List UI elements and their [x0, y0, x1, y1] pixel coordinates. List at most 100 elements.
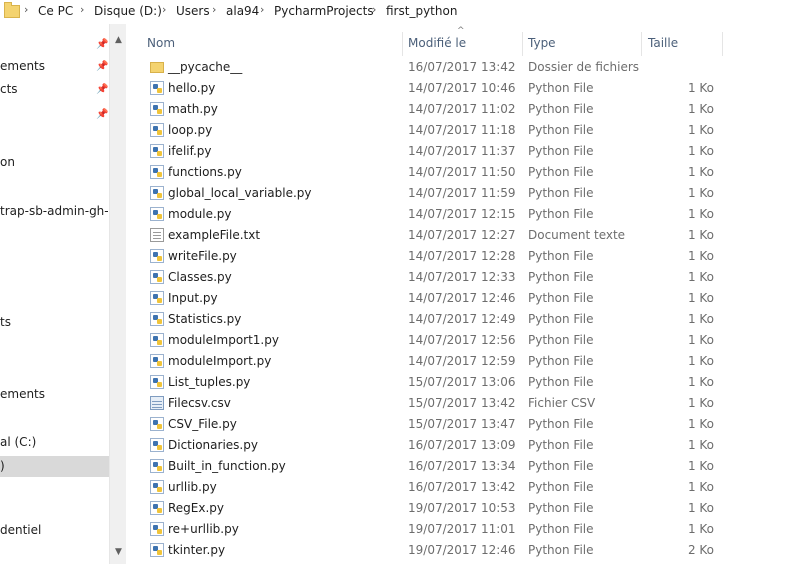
column-header-name[interactable]: Nom [147, 34, 175, 58]
breadcrumb-disque-d[interactable]: Disque (D:) [94, 4, 162, 18]
file-list: Nom ^ Modifié le Type Taille __pycache__… [126, 24, 799, 570]
file-type: Python File [528, 312, 594, 326]
breadcrumb-pycharmprojects[interactable]: PycharmProjects [274, 4, 374, 18]
file-size: 1 Ko [687, 207, 714, 221]
python-file-icon [150, 522, 164, 536]
file-row[interactable]: CSV_File.py 15/07/2017 13:47 Python File 1 … [140, 414, 720, 435]
column-header-size[interactable]: Taille [648, 34, 678, 58]
python-file-icon [150, 81, 164, 95]
python-file-icon [150, 459, 164, 473]
file-row[interactable]: writeFile.py 14/07/2017 12:28 Python File 1… [140, 246, 720, 267]
file-name: functions.py [168, 165, 242, 179]
python-file-icon [150, 249, 164, 263]
csv-file-icon [150, 396, 164, 410]
file-size: 1 Ko [687, 249, 714, 263]
nav-item-label: ements [0, 387, 46, 401]
nav-item[interactable]: trap-sb-admin-gh-pa [0, 201, 109, 222]
file-row[interactable]: Classes.py 14/07/2017 12:33 Python File 1 K… [140, 267, 720, 288]
file-row[interactable]: hello.py 14/07/2017 10:46 Python File 1 Ko [140, 78, 720, 99]
scroll-down-icon[interactable]: ▼ [110, 544, 127, 561]
file-type: Python File [528, 102, 594, 116]
address-bar[interactable]: › Ce PC › Disque (D:) › Users › ala94 › … [0, 0, 799, 25]
file-row[interactable]: Dictionaries.py 16/07/2017 13:09 Python Fi… [140, 435, 720, 456]
file-row[interactable]: Filecsv.csv 15/07/2017 13:42 Fichier CSV 1 … [140, 393, 720, 414]
file-size: 1 Ko [687, 438, 714, 452]
file-modified-date: 14/07/2017 12:59 [408, 354, 516, 368]
breadcrumb-users[interactable]: Users [176, 4, 210, 18]
nav-item-label: al (C:) [0, 435, 37, 449]
file-row[interactable]: loop.py 14/07/2017 11:18 Python File 1 Ko [140, 120, 720, 141]
nav-item[interactable]: dentiel [0, 520, 41, 541]
python-file-icon [150, 543, 164, 557]
file-row[interactable]: Statistics.py 14/07/2017 12:49 Python File… [140, 309, 720, 330]
python-file-icon [150, 186, 164, 200]
column-header-type[interactable]: Type [528, 34, 556, 58]
file-row[interactable]: moduleImport.py 14/07/2017 12:59 Python Fi… [140, 351, 720, 372]
column-divider[interactable] [641, 32, 642, 56]
file-type: Python File [528, 417, 594, 431]
file-row[interactable]: tkinter.py 19/07/2017 12:46 Python File 2 K… [140, 540, 720, 561]
python-file-icon [150, 333, 164, 347]
file-size: 1 Ko [687, 354, 714, 368]
nav-item[interactable]: ements [0, 56, 45, 77]
nav-item[interactable]: ts [0, 312, 11, 333]
pin-icon[interactable]: 📌 [96, 85, 108, 95]
file-modified-date: 14/07/2017 10:46 [408, 81, 516, 95]
file-modified-date: 19/07/2017 10:53 [408, 501, 516, 515]
python-file-icon [150, 312, 164, 326]
breadcrumb-first-python[interactable]: first_python [386, 4, 457, 18]
file-row[interactable]: re+urllib.py 19/07/2017 11:01 Python File 1… [140, 519, 720, 540]
file-name: Statistics.py [168, 312, 242, 326]
pin-icon[interactable]: 📌 [96, 40, 108, 50]
file-row[interactable]: RegEx.py 19/07/2017 10:53 Python File 1 Ko [140, 498, 720, 519]
file-modified-date: 14/07/2017 11:18 [408, 123, 516, 137]
python-file-icon [150, 480, 164, 494]
column-divider[interactable] [402, 32, 403, 56]
file-row[interactable]: moduleImport1.py 14/07/2017 12:56 Python F… [140, 330, 720, 351]
nav-scrollbar[interactable]: ▲ ▼ [109, 24, 127, 564]
file-row[interactable]: urllib.py 16/07/2017 13:42 Python File 1 Ko [140, 477, 720, 498]
breadcrumb-ce-pc[interactable]: Ce PC [38, 4, 73, 18]
file-modified-date: 14/07/2017 11:37 [408, 144, 516, 158]
column-divider[interactable] [522, 32, 523, 56]
nav-item[interactable]: cts [0, 79, 18, 100]
folder-icon [150, 62, 164, 73]
file-row[interactable]: exampleFile.txt 14/07/2017 12:27 Document … [140, 225, 720, 246]
file-name: math.py [168, 102, 218, 116]
file-row[interactable]: module.py 14/07/2017 12:15 Python File 1 Ko [140, 204, 720, 225]
breadcrumb-ala94[interactable]: ala94 [226, 4, 259, 18]
file-name: List_tuples.py [168, 375, 251, 389]
python-file-icon [150, 438, 164, 452]
file-type: Python File [528, 459, 594, 473]
file-modified-date: 16/07/2017 13:42 [408, 480, 516, 494]
file-modified-date: 14/07/2017 11:59 [408, 186, 516, 200]
python-file-icon [150, 501, 164, 515]
nav-item[interactable]: al (C:) [0, 432, 36, 453]
file-row[interactable]: Input.py 14/07/2017 12:46 Python File 1 Ko [140, 288, 720, 309]
file-size: 1 Ko [687, 396, 714, 410]
file-size: 1 Ko [687, 123, 714, 137]
file-row[interactable]: functions.py 14/07/2017 11:50 Python File 1… [140, 162, 720, 183]
python-file-icon [150, 102, 164, 116]
file-row[interactable]: global_local_variable.py 14/07/2017 11:59… [140, 183, 720, 204]
file-type: Python File [528, 354, 594, 368]
file-name: urllib.py [168, 480, 217, 494]
nav-item[interactable]: on [0, 152, 15, 173]
file-name: Input.py [168, 291, 218, 305]
file-row[interactable]: math.py 14/07/2017 11:02 Python File 1 Ko [140, 99, 720, 120]
file-name: hello.py [168, 81, 216, 95]
file-type: Python File [528, 123, 594, 137]
nav-item[interactable]: ements [0, 384, 45, 405]
python-file-icon [150, 165, 164, 179]
nav-item-label: ) [0, 459, 5, 473]
nav-item-selected[interactable]: ) [0, 456, 109, 477]
column-divider[interactable] [722, 32, 723, 56]
file-row[interactable]: List_tuples.py 15/07/2017 13:06 Python Fil… [140, 372, 720, 393]
pin-icon[interactable]: 📌 [96, 62, 108, 72]
file-row[interactable]: ifelif.py 14/07/2017 11:37 Python File 1 Ko [140, 141, 720, 162]
column-header-modified[interactable]: Modifié le [408, 34, 466, 58]
file-row[interactable]: __pycache__ 16/07/2017 13:42 Dossier de fi… [140, 57, 720, 78]
file-row[interactable]: Built_in_function.py 16/07/2017 13:34 Pyth… [140, 456, 720, 477]
scroll-up-icon[interactable]: ▲ [110, 32, 127, 49]
pin-icon[interactable]: 📌 [96, 110, 108, 120]
